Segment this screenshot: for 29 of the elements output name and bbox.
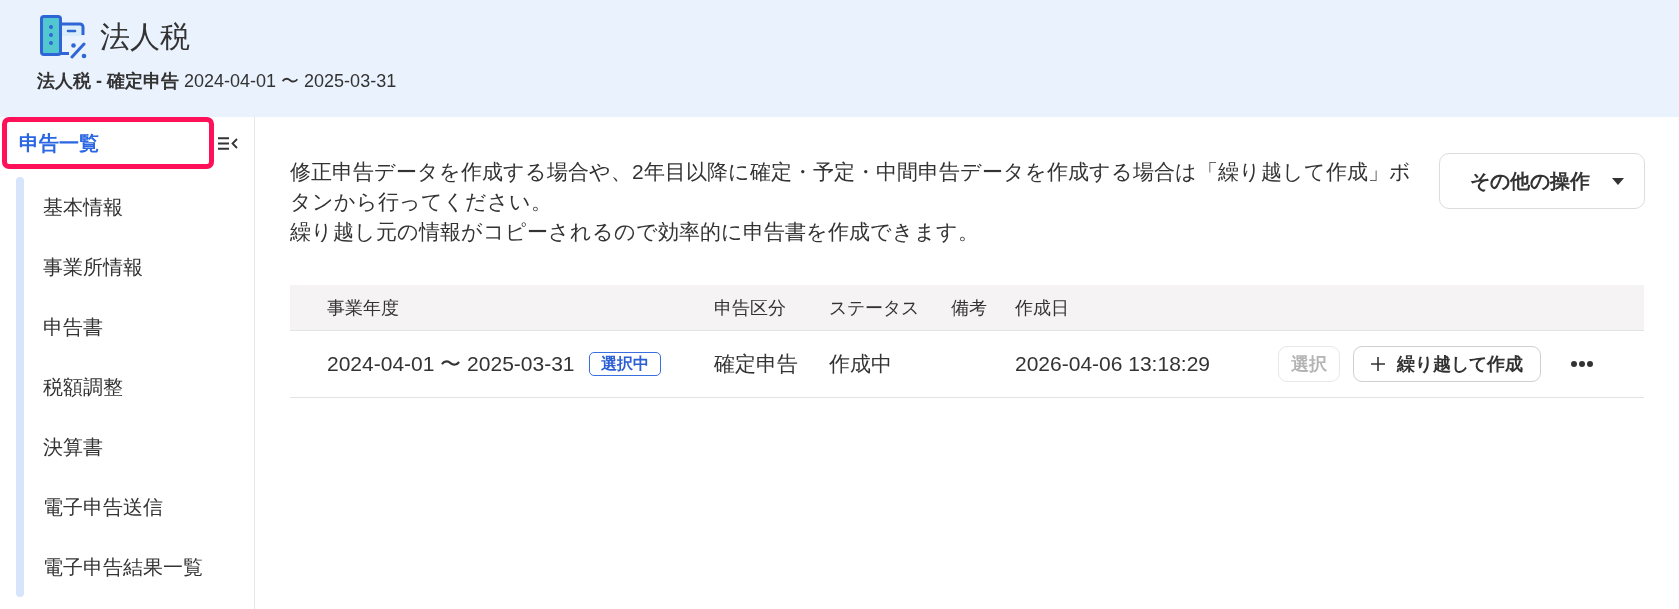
notice-text: 繰り越し元の情報がコピーされるので効率的に申告書を作成できます。 bbox=[290, 219, 980, 245]
sidebar-item[interactable]: 電子申告結果一覧 bbox=[24, 537, 203, 597]
period-text: 2024-04-01 〜 2025-03-31 bbox=[327, 351, 575, 377]
column-header: 申告区分 bbox=[714, 296, 787, 320]
sidebar-item[interactable]: 基本情報 bbox=[24, 177, 203, 237]
column-header: 作成日 bbox=[1015, 296, 1070, 320]
selected-badge: 選択中 bbox=[588, 352, 661, 376]
page-title: 法人税 bbox=[100, 19, 190, 55]
sidebar-item[interactable]: 決算書 bbox=[24, 417, 203, 477]
carry-over-button[interactable]: 繰り越して作成 bbox=[1353, 346, 1541, 382]
more-icon[interactable] bbox=[1571, 361, 1593, 367]
plus-icon bbox=[1371, 357, 1385, 371]
sidebar-item[interactable]: 申告書 bbox=[24, 297, 203, 357]
column-header: 事業年度 bbox=[327, 296, 400, 320]
building-percent-icon bbox=[40, 15, 88, 59]
notice-text: 修正申告データを作成する場合や、2年目以降に確定・予定・中間申告データを作成する場合は「繰り越して作成」ボタンから行ってください。 bbox=[290, 159, 1412, 215]
page-subtitle: 法人税 - 確定申告 2024-04-01 〜 2025-03-31 bbox=[37, 70, 398, 92]
table-cell-text: 確定申告 bbox=[714, 351, 799, 377]
table-cell-text: 作成中 bbox=[829, 351, 893, 377]
sidebar-item[interactable]: 申告一覧 bbox=[2, 117, 214, 169]
column-header: ステータス bbox=[829, 296, 920, 320]
column-header: 備考 bbox=[951, 296, 988, 320]
sidebar-item[interactable]: 税額調整 bbox=[24, 357, 203, 417]
sidebar-item[interactable]: 電子申告送信 bbox=[24, 477, 203, 537]
sidebar-item[interactable]: 事業所情報 bbox=[24, 237, 203, 297]
table-cell-text: 2026-04-06 13:18:29 bbox=[1015, 352, 1211, 376]
other-actions-button[interactable]: その他の操作 bbox=[1439, 153, 1645, 209]
collapse-sidebar-icon[interactable] bbox=[218, 136, 238, 150]
caret-icon bbox=[1612, 177, 1624, 185]
